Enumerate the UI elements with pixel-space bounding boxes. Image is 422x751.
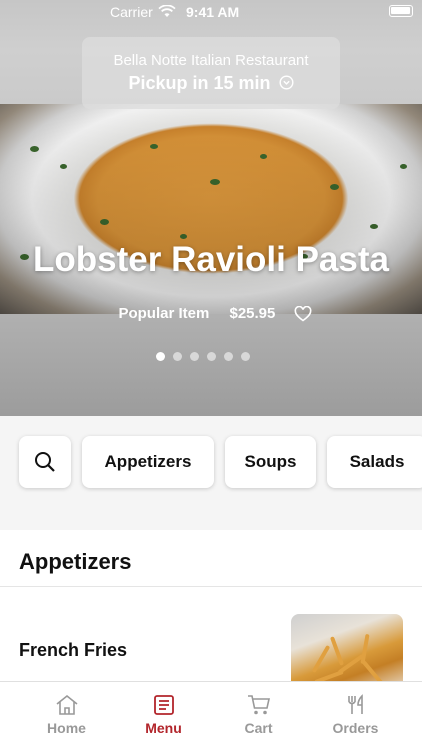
- tab-cart[interactable]: Cart: [206, 682, 311, 751]
- tab-orders[interactable]: Orders: [303, 682, 408, 751]
- category-appetizers[interactable]: Appetizers: [82, 436, 214, 488]
- popular-tag: Popular Item: [118, 305, 210, 322]
- tab-menu[interactable]: Menu: [111, 682, 216, 751]
- category-salads[interactable]: Salads: [327, 436, 422, 488]
- featured-item-title: Lobster Ravioli Pasta: [33, 240, 389, 279]
- pickup-selector[interactable]: Bella Notte Italian Restaurant Pickup in…: [82, 37, 340, 109]
- menu-item[interactable]: French Fries: [0, 587, 422, 694]
- category-soups[interactable]: Soups: [225, 436, 316, 488]
- carousel-dot[interactable]: [207, 352, 216, 361]
- section-title: Appetizers: [19, 549, 132, 574]
- restaurant-name: Bella Notte Italian Restaurant: [113, 52, 309, 69]
- search-button[interactable]: [19, 436, 71, 488]
- category-bar: Appetizers Soups Salads: [0, 436, 422, 490]
- home-icon: [56, 694, 77, 715]
- menu-item-name: French Fries: [19, 640, 128, 660]
- tab-home[interactable]: Home: [14, 682, 119, 751]
- cart-icon: [247, 695, 270, 715]
- carousel-dot[interactable]: [190, 352, 199, 361]
- tab-label: Orders: [332, 720, 379, 736]
- battery-icon: [389, 5, 413, 17]
- status-time: 9:41 AM: [186, 4, 240, 20]
- tab-label: Home: [47, 720, 86, 736]
- search-icon: [35, 452, 55, 472]
- carousel-dot[interactable]: [156, 352, 165, 361]
- carousel-dot[interactable]: [224, 352, 233, 361]
- pickup-time: Pickup in 15 min: [128, 73, 271, 93]
- chevron-down-circle-icon: [279, 75, 294, 90]
- tab-label: Menu: [145, 720, 182, 736]
- section-header: Appetizers: [0, 530, 422, 587]
- carousel-dots[interactable]: [156, 352, 250, 362]
- carrier-label: Carrier: [110, 4, 153, 20]
- menu-icon: [153, 695, 174, 715]
- wifi-icon: [158, 5, 176, 17]
- tab-bar: Home Menu Cart Orders: [0, 681, 422, 751]
- tab-label: Cart: [244, 720, 273, 736]
- orders-icon: [347, 694, 363, 714]
- featured-item-meta: Popular Item $25.95: [0, 305, 422, 322]
- carousel-dot[interactable]: [173, 352, 182, 361]
- status-bar: Carrier 9:41 AM: [0, 0, 422, 24]
- heart-icon[interactable]: [294, 306, 312, 322]
- featured-price: $25.95: [229, 305, 276, 322]
- carousel-dot[interactable]: [241, 352, 250, 361]
- hero-banner[interactable]: Carrier 9:41 AM Bella Notte Italian Rest…: [0, 0, 422, 416]
